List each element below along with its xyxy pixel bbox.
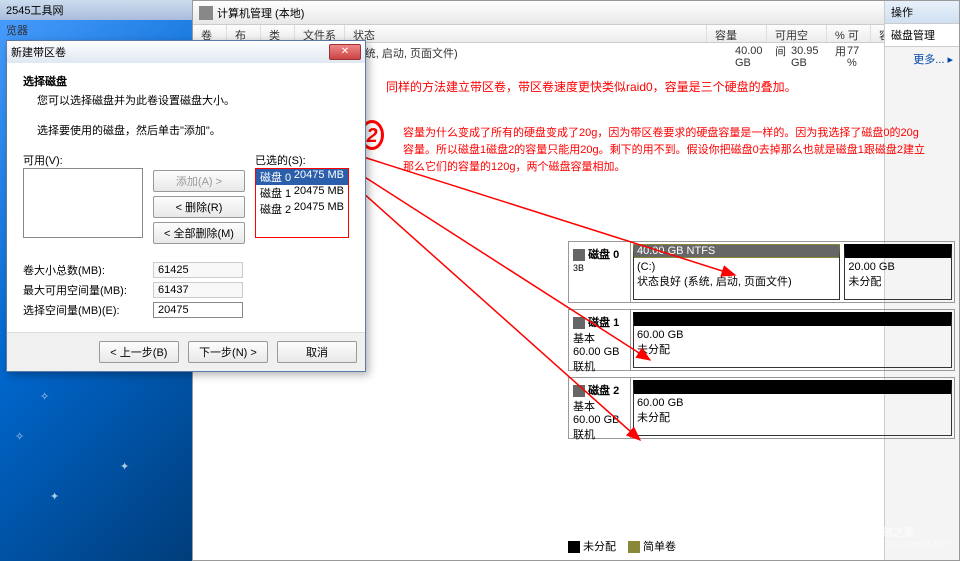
computer-icon [199,6,213,20]
selected-disk-1[interactable]: 磁盘 120475 MB [256,185,348,201]
disk-panel: 磁盘 0 3B (C:) 40.00 GB NTFS 状态良好 (系统, 启动,… [568,241,955,530]
disk-2-unallocated[interactable]: 60.00 GB 未分配 [633,380,952,436]
disk-mgmt-link[interactable]: 磁盘管理 [885,24,959,47]
dialog-titlebar[interactable]: 新建带区卷 ✕ [7,41,365,63]
total-size-label: 卷大小总数(MB): [23,262,153,278]
add-button[interactable]: 添加(A) > [153,170,245,192]
actions-header: 操作 [885,1,959,24]
annotation-text-1: 同样的方法建立带区卷，带区卷速度更快类似raid0，容量是三个硬盘的叠加。 [386,78,797,95]
max-space-value: 61437 [153,282,243,298]
disk-1-info: 磁盘 1 基本 60.00 GB 联机 [569,310,631,370]
available-label: 可用(V): [23,152,143,168]
selected-disk-2[interactable]: 磁盘 220475 MB [256,201,348,217]
legend-unallocated-icon [568,541,580,553]
select-space-input[interactable]: 20475 [153,302,243,318]
window-tab: 2545工具网 [0,0,192,20]
disk-2-info: 磁盘 2 基本 60.00 GB 联机 [569,378,631,438]
disk-0-unallocated[interactable]: 20.00 GB 未分配 [844,244,952,300]
dialog-heading: 选择磁盘 [23,73,349,89]
legend: 未分配 简单卷 [568,538,676,554]
disk-icon [573,249,585,261]
disk-1-row[interactable]: 磁盘 1 基本 60.00 GB 联机 60.00 GB 未分配 [568,309,955,371]
dialog-instruction: 选择要使用的磁盘，然后单击"添加"。 [37,122,349,138]
new-striped-volume-dialog: 新建带区卷 ✕ 选择磁盘 您可以选择磁盘并为此卷设置磁盘大小。 选择要使用的磁盘… [6,40,366,372]
disk-0-row[interactable]: 磁盘 0 3B (C:) 40.00 GB NTFS 状态良好 (系统, 启动,… [568,241,955,303]
cancel-button[interactable]: 取消 [277,341,357,363]
disk-icon [573,385,585,397]
remove-button[interactable]: < 删除(R) [153,196,245,218]
close-button[interactable]: ✕ [329,44,361,60]
dialog-subtitle: 您可以选择磁盘并为此卷设置磁盘大小。 [37,92,349,108]
annotation-text-2: 容量为什么变成了所有的硬盘变成了20g，因为带区卷要求的硬盘容量是一样的。因为我… [403,125,953,176]
available-listbox[interactable] [23,168,143,238]
app-title: 计算机管理 (本地) [217,5,304,21]
total-size-value: 61425 [153,262,243,278]
legend-simple-icon [628,541,640,553]
selected-label: 已选的(S): [255,152,349,168]
disk-icon [573,317,585,329]
more-link[interactable]: 更多... ▸ [885,47,959,71]
selected-listbox[interactable]: 磁盘 020475 MB 磁盘 120475 MB 磁盘 220475 MB [255,168,349,238]
disk-1-unallocated[interactable]: 60.00 GB 未分配 [633,312,952,368]
app-toolbar: 计算机管理 (本地) [193,1,959,25]
disk-0-partition-c[interactable]: (C:) 40.00 GB NTFS 状态良好 (系统, 启动, 页面文件) [633,244,840,300]
max-space-label: 最大可用空间量(MB): [23,282,153,298]
disk-0-info: 磁盘 0 3B [569,242,631,302]
house-icon [833,523,865,549]
selected-disk-0[interactable]: 磁盘 020475 MB [256,169,348,185]
back-button[interactable]: < 上一步(B) [99,341,179,363]
select-space-label: 选择空间量(MB)(E): [23,302,153,318]
disk-2-row[interactable]: 磁盘 2 基本 60.00 GB 联机 60.00 GB 未分配 [568,377,955,439]
remove-all-button[interactable]: < 全部删除(M) [153,222,245,244]
next-button[interactable]: 下一步(N) > [188,341,268,363]
watermark: 系统之家 XITONGZHIJIA.NET [833,523,952,549]
browser-tab: 览器 [0,20,40,40]
